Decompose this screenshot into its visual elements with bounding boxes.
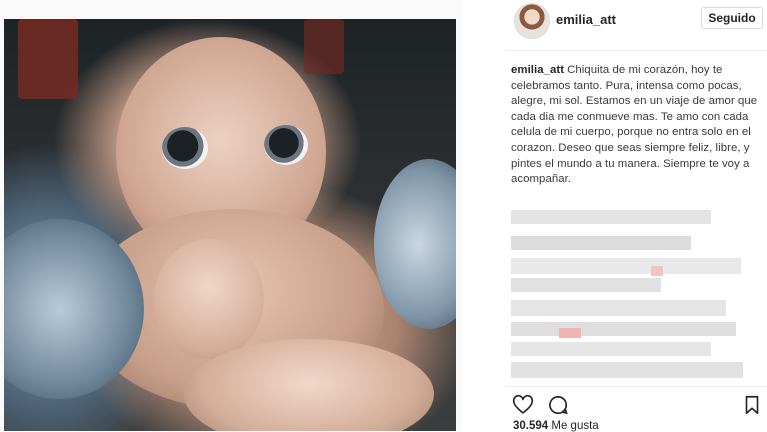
blurred-comment-accent bbox=[651, 266, 663, 276]
blurred-comment-line bbox=[511, 210, 711, 224]
blurred-comment-line bbox=[511, 236, 691, 250]
post-header: emilia_att Seguido bbox=[505, 0, 767, 51]
photo-right-accent bbox=[304, 19, 344, 74]
comment-icon[interactable] bbox=[547, 394, 569, 416]
caption-username[interactable]: emilia_att bbox=[511, 64, 564, 76]
blurred-comment-line bbox=[511, 342, 711, 356]
post-sidebar: emilia_att Seguido emilia_att Chiquita de… bbox=[505, 0, 767, 432]
post-caption: emilia_att Chiquita de mi corazón, hoy te… bbox=[511, 63, 761, 188]
likes-label: Me gusta bbox=[551, 420, 599, 432]
likes-number: 30.594 bbox=[513, 420, 549, 432]
post-photo[interactable] bbox=[4, 19, 456, 431]
heart-icon[interactable] bbox=[512, 394, 534, 416]
blurred-comment-line bbox=[511, 362, 743, 378]
blurred-comments bbox=[511, 210, 747, 388]
caption-text: Chiquita de mi corazón, hoy te celebramo… bbox=[511, 64, 758, 186]
baby-hand bbox=[154, 239, 264, 359]
blanket-right bbox=[374, 159, 456, 329]
bookmark-icon[interactable] bbox=[741, 394, 763, 416]
blurred-comment-line bbox=[511, 300, 726, 316]
blurred-comment-line bbox=[511, 278, 661, 292]
baby-eye-left bbox=[162, 127, 208, 169]
blurred-comment-accent bbox=[559, 328, 581, 338]
blurred-comment-line bbox=[511, 322, 736, 336]
photo-pane bbox=[0, 0, 462, 431]
likes-count[interactable]: 30.594 Me gusta bbox=[513, 420, 599, 432]
blurred-comment-line bbox=[511, 258, 741, 274]
baby-eye-right bbox=[264, 125, 308, 165]
avatar[interactable] bbox=[514, 3, 550, 39]
post-actions bbox=[505, 386, 767, 417]
photo-left-accent bbox=[18, 19, 78, 99]
following-button[interactable]: Seguido bbox=[701, 7, 763, 29]
header-username[interactable]: emilia_att bbox=[556, 12, 616, 27]
